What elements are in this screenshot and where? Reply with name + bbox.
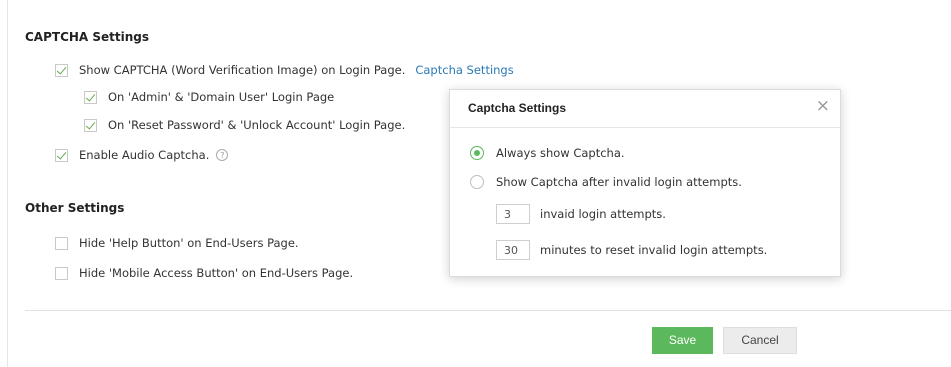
attempts-label: invaid login attempts.	[540, 207, 666, 221]
attempts-input[interactable]	[496, 204, 530, 224]
cancel-button[interactable]: Cancel	[723, 327, 797, 354]
show-captcha-row: Show CAPTCHA (Word Verification Image) o…	[55, 63, 514, 77]
minutes-label: minutes to reset invalid login attempts.	[540, 243, 768, 257]
hide-mobile-checkbox[interactable]	[55, 266, 68, 280]
popup-title: Captcha Settings	[468, 101, 567, 115]
hide-help-checkbox[interactable]	[55, 236, 68, 250]
hide-help-row: Hide 'Help Button' on End-Users Page.	[55, 236, 299, 250]
show-captcha-label: Show CAPTCHA (Word Verification Image) o…	[79, 63, 406, 77]
help-icon[interactable]: ?	[216, 149, 229, 161]
after-invalid-label: Show Captcha after invalid login attempt…	[496, 175, 742, 189]
attempts-row: invaid login attempts.	[496, 204, 666, 224]
hide-mobile-label: Hide 'Mobile Access Button' on End-Users…	[79, 266, 354, 280]
always-show-label: Always show Captcha.	[496, 146, 625, 160]
captcha-settings-link[interactable]: Captcha Settings	[415, 63, 513, 77]
left-border	[7, 0, 8, 367]
captcha-section-title: CAPTCHA Settings	[25, 30, 150, 44]
audio-captcha-label: Enable Audio Captcha.	[79, 148, 210, 162]
reset-unlock-label: On 'Reset Password' & 'Unlock Account' L…	[108, 118, 406, 132]
admin-domain-label: On 'Admin' & 'Domain User' Login Page	[108, 90, 335, 104]
admin-domain-checkbox[interactable]	[84, 90, 97, 104]
reset-unlock-checkbox[interactable]	[84, 118, 97, 132]
show-captcha-checkbox[interactable]	[55, 63, 68, 77]
audio-captcha-row: Enable Audio Captcha. ?	[55, 148, 229, 162]
footer-divider	[25, 310, 951, 311]
minutes-row: minutes to reset invalid login attempts.	[496, 240, 767, 260]
other-section-title: Other Settings	[25, 201, 125, 215]
always-show-option[interactable]: Always show Captcha.	[470, 146, 625, 160]
reset-unlock-row: On 'Reset Password' & 'Unlock Account' L…	[84, 118, 405, 132]
after-invalid-option[interactable]: Show Captcha after invalid login attempt…	[470, 175, 742, 189]
popup-header-divider	[450, 127, 840, 128]
after-invalid-radio[interactable]	[470, 175, 484, 189]
save-button[interactable]: Save	[652, 327, 713, 354]
captcha-settings-popup: Captcha Settings × Always show Captcha. …	[449, 89, 841, 277]
hide-help-label: Hide 'Help Button' on End-Users Page.	[79, 236, 299, 250]
always-show-radio[interactable]	[470, 146, 484, 160]
close-icon[interactable]: ×	[816, 97, 830, 115]
admin-domain-row: On 'Admin' & 'Domain User' Login Page	[84, 90, 334, 104]
hide-mobile-row: Hide 'Mobile Access Button' on End-Users…	[55, 266, 353, 280]
minutes-input[interactable]	[496, 240, 530, 260]
audio-captcha-checkbox[interactable]	[55, 148, 68, 162]
